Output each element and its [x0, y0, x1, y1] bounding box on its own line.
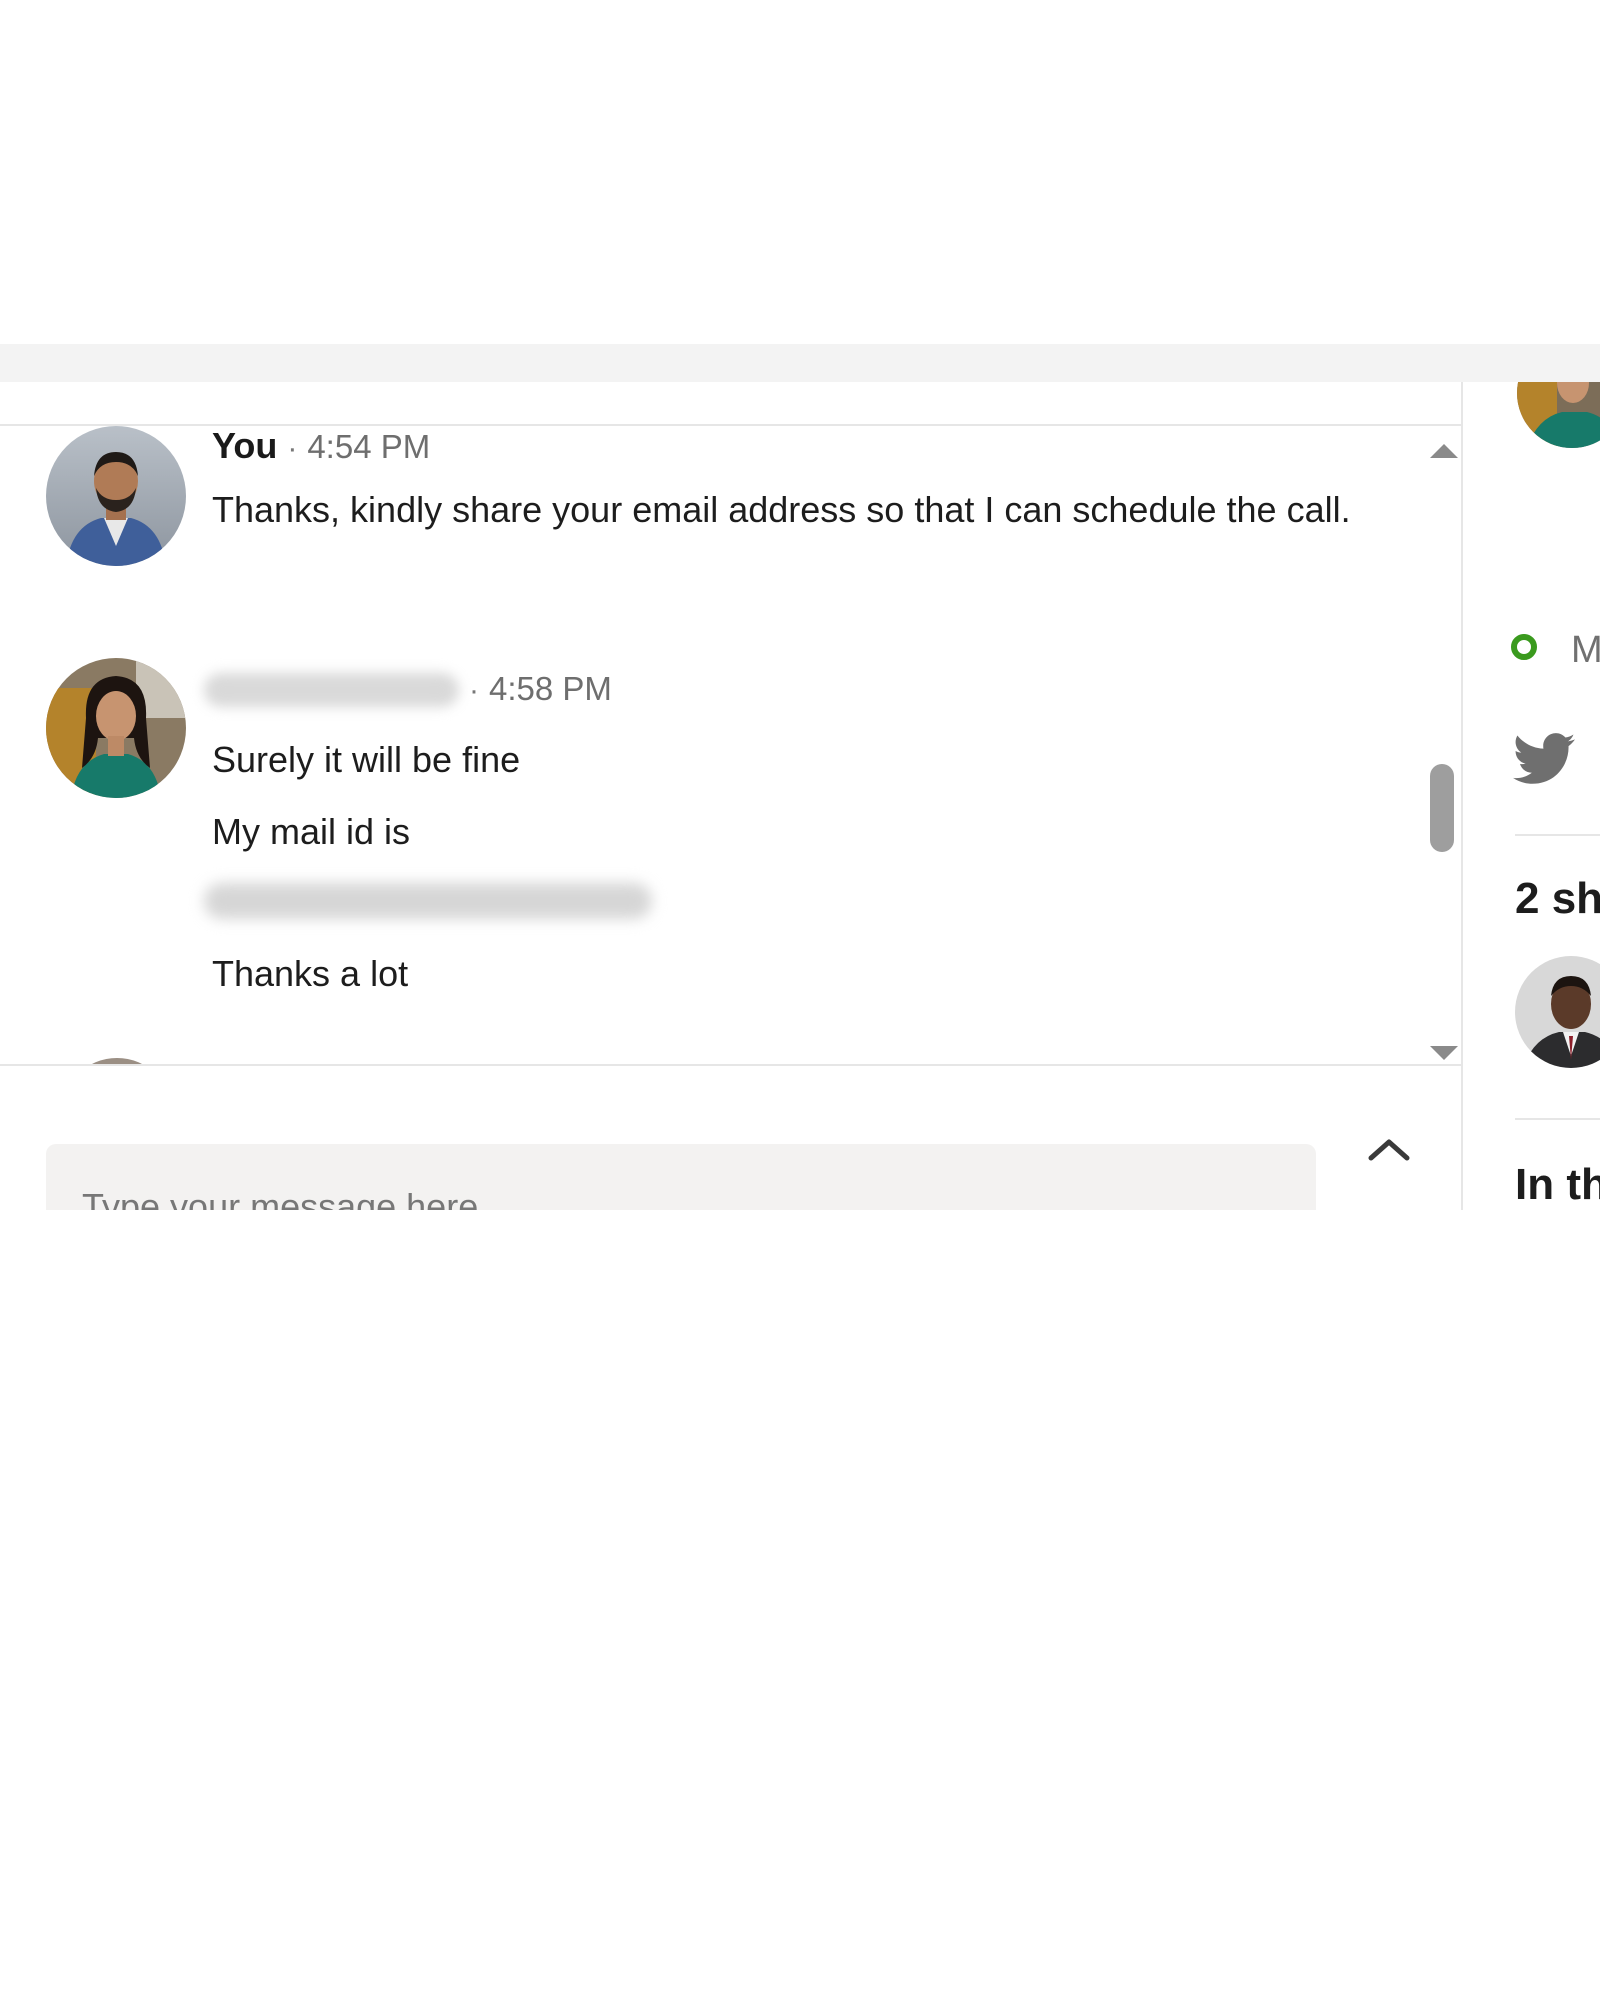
status-label: M [1571, 629, 1600, 671]
section-heading: In th [1515, 1160, 1600, 1209]
message-body: You · 4:54 PM Thanks, kindly share your em… [212, 426, 1392, 535]
message-input[interactable] [80, 1184, 1284, 1210]
shared-connections-heading: 2 sh [1515, 874, 1600, 923]
message-text: Surely it will be fine [212, 739, 521, 780]
profile-avatar [1517, 382, 1600, 448]
header-band [0, 344, 1600, 382]
message-scrollbar[interactable] [1422, 426, 1460, 1064]
avatar-you[interactable] [46, 426, 186, 566]
message-time: 4:58 PM [489, 670, 612, 707]
shared-connection-avatar[interactable] [1515, 956, 1600, 1068]
chat-panel: You · 4:54 PM Thanks, kindly share your em… [0, 382, 1463, 1210]
redacted-email-blur [204, 883, 652, 919]
message-time: 4:54 PM [307, 428, 431, 465]
sender-name: You [212, 426, 278, 466]
message-composer[interactable] [46, 1144, 1316, 1210]
message-body: · 4:58 PM Surely it will be fine My mail … [204, 658, 1392, 999]
divider [0, 1064, 1461, 1066]
chevron-up-icon[interactable] [1367, 1134, 1411, 1164]
divider [1515, 1118, 1600, 1120]
avatar-contact[interactable] [46, 658, 186, 798]
message-text: Thanks a lot [212, 953, 409, 994]
scroll-down-arrow-icon[interactable] [1430, 1046, 1458, 1060]
scroll-thumb[interactable] [1430, 764, 1454, 852]
status-ring-icon [1511, 634, 1537, 660]
profile-side-panel: M 2 sh In th [1463, 382, 1600, 1210]
twitter-icon[interactable] [1513, 732, 1575, 786]
separator-dot: · [469, 674, 479, 707]
message-list[interactable]: You · 4:54 PM Thanks, kindly share your em… [0, 426, 1420, 1064]
scroll-up-arrow-icon[interactable] [1430, 444, 1458, 458]
message-text: My mail id is [212, 811, 411, 852]
redacted-email [204, 883, 1392, 923]
divider [1515, 834, 1600, 836]
message-text: Thanks, kindly share your email address … [212, 489, 1351, 530]
separator-dot: · [287, 432, 298, 465]
redacted-sender-name [204, 673, 459, 708]
